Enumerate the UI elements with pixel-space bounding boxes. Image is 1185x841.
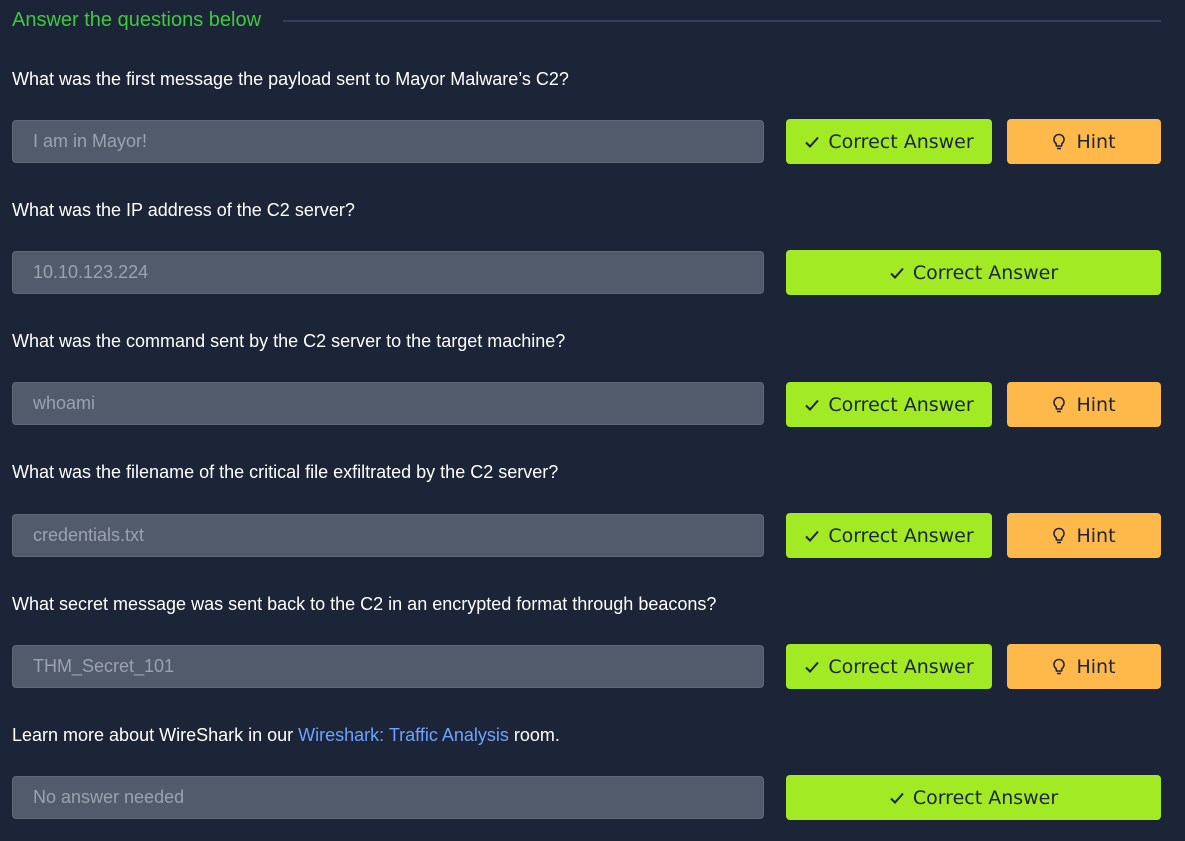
hint-label: Hint (1076, 393, 1116, 416)
hint-button-5[interactable]: Hint (1007, 644, 1161, 689)
check-icon (805, 136, 820, 148)
question-6-suffix: room. (508, 725, 560, 745)
hint-button-1[interactable]: Hint (1007, 119, 1161, 164)
wireshark-room-link[interactable]: Wireshark: Traffic Analysis (298, 725, 509, 745)
answer-field-6[interactable]: No answer needed (12, 776, 764, 819)
hint-label: Hint (1076, 524, 1116, 547)
correct-answer-button-5[interactable]: Correct Answer (786, 644, 992, 689)
hint-label: Hint (1076, 655, 1116, 678)
section-title: Answer the questions below (12, 8, 262, 31)
correct-answer-label: Correct Answer (828, 130, 974, 153)
answer-field-4[interactable]: credentials.txt (12, 514, 764, 557)
check-icon (805, 399, 820, 411)
lightbulb-icon (1053, 658, 1066, 674)
correct-answer-label: Correct Answer (828, 655, 974, 678)
section-header: Answer the questions below (12, 6, 1161, 34)
correct-answer-label: Correct Answer (912, 786, 1059, 809)
answer-field-2[interactable]: 10.10.123.224 (12, 251, 764, 294)
correct-answer-button-3[interactable]: Correct Answer (786, 382, 992, 427)
answer-value-4: credentials.txt (33, 525, 145, 545)
answer-field-3[interactable]: whoami (12, 382, 764, 425)
answer-value-1: I am in Mayor! (33, 131, 148, 151)
correct-answer-button-4[interactable]: Correct Answer (786, 513, 992, 558)
answer-field-5[interactable]: THM_Secret_101 (12, 645, 764, 688)
correct-answer-label: Correct Answer (828, 524, 974, 547)
question-3-text: What was the command sent by the C2 serv… (12, 331, 566, 351)
check-icon (890, 792, 904, 804)
header-divider (283, 20, 1161, 22)
correct-answer-label: Correct Answer (912, 261, 1059, 284)
hint-button-4[interactable]: Hint (1007, 513, 1161, 558)
answer-value-5: THM_Secret_101 (33, 656, 175, 676)
hint-button-3[interactable]: Hint (1007, 382, 1161, 427)
lightbulb-icon (1053, 396, 1066, 412)
answer-value-2: 10.10.123.224 (33, 262, 149, 282)
correct-answer-button-1[interactable]: Correct Answer (786, 119, 992, 164)
correct-answer-button-2[interactable]: Correct Answer (786, 250, 1161, 295)
question-6-prefix: Learn more about WireShark in our (12, 725, 299, 745)
lightbulb-icon (1053, 133, 1066, 149)
check-icon (890, 267, 904, 279)
hint-label: Hint (1076, 130, 1116, 153)
answer-field-1[interactable]: I am in Mayor! (12, 120, 764, 163)
correct-answer-label: Correct Answer (828, 393, 974, 416)
check-icon (805, 661, 820, 673)
question-4-text: What was the filename of the critical fi… (12, 462, 559, 482)
answer-section: Answer the questions below What was the … (0, 0, 1185, 841)
correct-answer-button-6[interactable]: Correct Answer (786, 775, 1161, 820)
question-6-text: Learn more about WireShark in our Wiresh… (12, 725, 560, 746)
question-1-text: What was the first message the payload s… (12, 69, 569, 89)
check-icon (805, 530, 820, 542)
answer-value-3: whoami (33, 393, 96, 413)
lightbulb-icon (1053, 527, 1066, 543)
question-5-text: What secret message was sent back to the… (12, 594, 717, 614)
answer-value-6: No answer needed (33, 787, 185, 807)
question-2-text: What was the IP address of the C2 server… (12, 200, 355, 220)
